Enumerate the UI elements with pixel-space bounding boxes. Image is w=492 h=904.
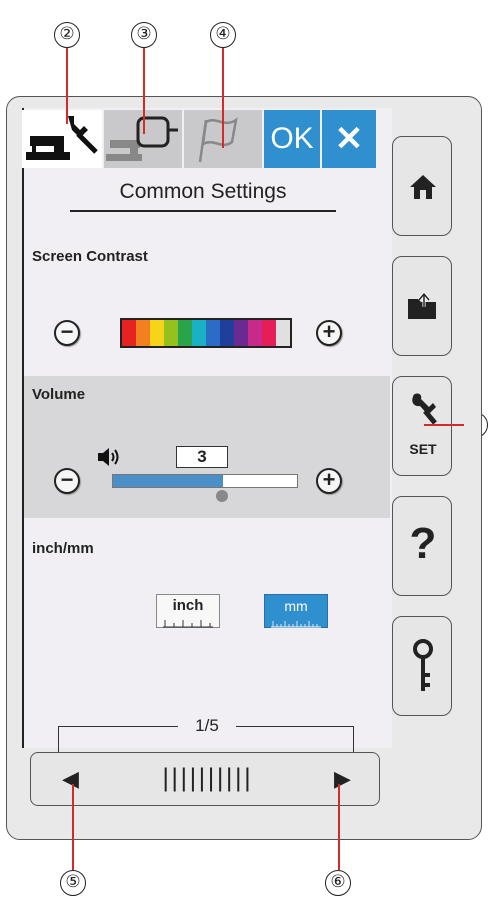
wrench-icon (412, 393, 437, 425)
prev-page-button[interactable]: ◀ (62, 766, 79, 792)
home-icon (410, 175, 436, 199)
callout-4: ④ (210, 22, 236, 48)
scroll-grip[interactable]: |||||||||| (132, 764, 282, 792)
file-open-button[interactable] (392, 256, 452, 356)
mm-button[interactable]: mm (264, 594, 328, 628)
screen-contrast-label: Screen Contrast (32, 248, 148, 265)
volume-plus-button[interactable]: + (316, 468, 342, 494)
callout-3: ③ (131, 22, 157, 48)
contrast-swatch (192, 320, 206, 346)
page-indicator: 1/5 (178, 716, 236, 736)
contrast-swatch (150, 320, 164, 346)
sewing-machine-wrench-icon (26, 116, 98, 160)
close-icon: ✕ (334, 120, 364, 158)
folder-export-icon (408, 291, 436, 319)
close-button[interactable]: ✕ (322, 110, 376, 168)
volume-minus-button[interactable]: − (54, 468, 80, 494)
contrast-swatch (220, 320, 234, 346)
set-button[interactable]: SET (392, 376, 452, 476)
contrast-swatch (122, 320, 136, 346)
lock-button[interactable] (392, 616, 452, 716)
contrast-swatch (248, 320, 262, 346)
callout-6-leader (338, 784, 340, 870)
volume-slider[interactable] (112, 474, 298, 488)
page-title: Common Settings (119, 180, 287, 203)
callout-5: ⑤ (60, 870, 86, 896)
callout-3-leader (143, 48, 145, 134)
tab-bar: OK ✕ (22, 110, 390, 172)
ruler-icon (271, 621, 321, 628)
callout-5-leader (72, 784, 74, 870)
callout-6: ⑥ (325, 870, 351, 896)
inch-label: inch (172, 597, 204, 614)
volume-label: Volume (32, 386, 86, 403)
ok-button[interactable]: OK (264, 110, 320, 168)
contrast-swatch (178, 320, 192, 346)
next-page-button[interactable]: ▶ (334, 766, 351, 792)
ok-label: OK (270, 122, 314, 155)
title-underline (70, 210, 336, 212)
contrast-swatch (206, 320, 220, 346)
contrast-swatch (276, 320, 290, 346)
mm-label: mm (284, 598, 308, 614)
speaker-icon (98, 448, 119, 466)
contrast-swatch (164, 320, 178, 346)
volume-slider-handle[interactable] (216, 490, 228, 502)
help-button[interactable]: ? (392, 496, 452, 596)
contrast-swatch (234, 320, 248, 346)
callout-2: ② (54, 22, 80, 48)
help-icon: ? (409, 519, 437, 568)
callout-4-leader (222, 48, 224, 148)
callout-2-leader (66, 48, 68, 124)
contrast-minus-button[interactable]: − (54, 320, 80, 346)
tab-machine-settings[interactable] (22, 110, 102, 168)
volume-slider-fill (113, 475, 224, 487)
units-label: inch/mm (32, 540, 94, 557)
volume-value: 3 (176, 446, 228, 468)
contrast-plus-button[interactable]: + (316, 320, 342, 346)
key-icon (413, 639, 433, 691)
inch-button[interactable]: inch (156, 594, 220, 628)
contrast-swatch (136, 320, 150, 346)
set-label: SET (409, 441, 437, 457)
ruler-icon (163, 620, 213, 628)
contrast-swatch (262, 320, 276, 346)
contrast-color-bar (120, 318, 292, 348)
callout-1-leader (424, 424, 464, 426)
home-button[interactable] (392, 136, 452, 236)
